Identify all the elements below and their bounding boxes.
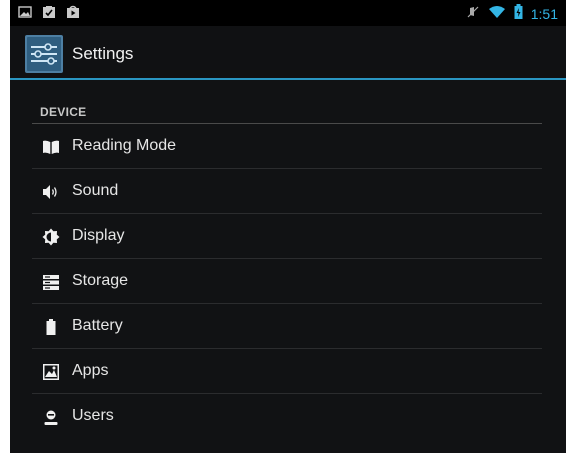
storage-icon xyxy=(42,273,60,291)
apps-icon xyxy=(42,363,60,381)
settings-item-label: Reading Mode xyxy=(72,137,177,154)
settings-item-label: Sound xyxy=(72,182,119,199)
notification-icons xyxy=(18,5,80,24)
battery-charging-icon xyxy=(514,4,523,24)
book-icon xyxy=(42,138,60,156)
section-header-device: DEVICE xyxy=(32,80,542,124)
settings-item-label: Users xyxy=(72,407,114,424)
checklist-notification-icon xyxy=(42,5,56,24)
settings-list: DEVICE Reading Mode Sound Display Storag… xyxy=(32,80,542,439)
settings-screen: 1:51 Settings DEVICE Reading Mode Sound … xyxy=(10,0,566,453)
picture-notification-icon xyxy=(18,5,32,24)
settings-item-label: Display xyxy=(72,227,125,244)
battery-icon xyxy=(42,318,60,336)
settings-item-label: Battery xyxy=(72,317,123,334)
wifi-icon xyxy=(488,5,506,24)
settings-item-apps[interactable]: Apps xyxy=(32,349,542,394)
settings-item-reading-mode[interactable]: Reading Mode xyxy=(32,124,542,169)
user-icon xyxy=(42,408,60,426)
settings-item-display[interactable]: Display xyxy=(32,214,542,259)
settings-item-label: Storage xyxy=(72,272,129,289)
status-time: 1:51 xyxy=(530,6,558,22)
settings-item-users[interactable]: Users xyxy=(32,394,542,439)
system-status-icons: 1:51 xyxy=(466,4,558,24)
action-bar: Settings xyxy=(10,26,566,80)
section-header-label: DEVICE xyxy=(40,105,87,119)
settings-item-sound[interactable]: Sound xyxy=(32,169,542,214)
page-title: Settings xyxy=(72,44,134,63)
play-store-notification-icon xyxy=(66,5,80,24)
brightness-icon xyxy=(42,228,60,246)
mute-icon xyxy=(466,5,480,24)
speaker-icon xyxy=(42,183,60,201)
settings-item-battery[interactable]: Battery xyxy=(32,304,542,349)
status-bar: 1:51 xyxy=(10,0,566,26)
settings-item-label: Apps xyxy=(72,362,109,379)
settings-sliders-icon[interactable] xyxy=(24,34,64,74)
scroll-fade xyxy=(10,443,566,453)
settings-item-storage[interactable]: Storage xyxy=(32,259,542,304)
